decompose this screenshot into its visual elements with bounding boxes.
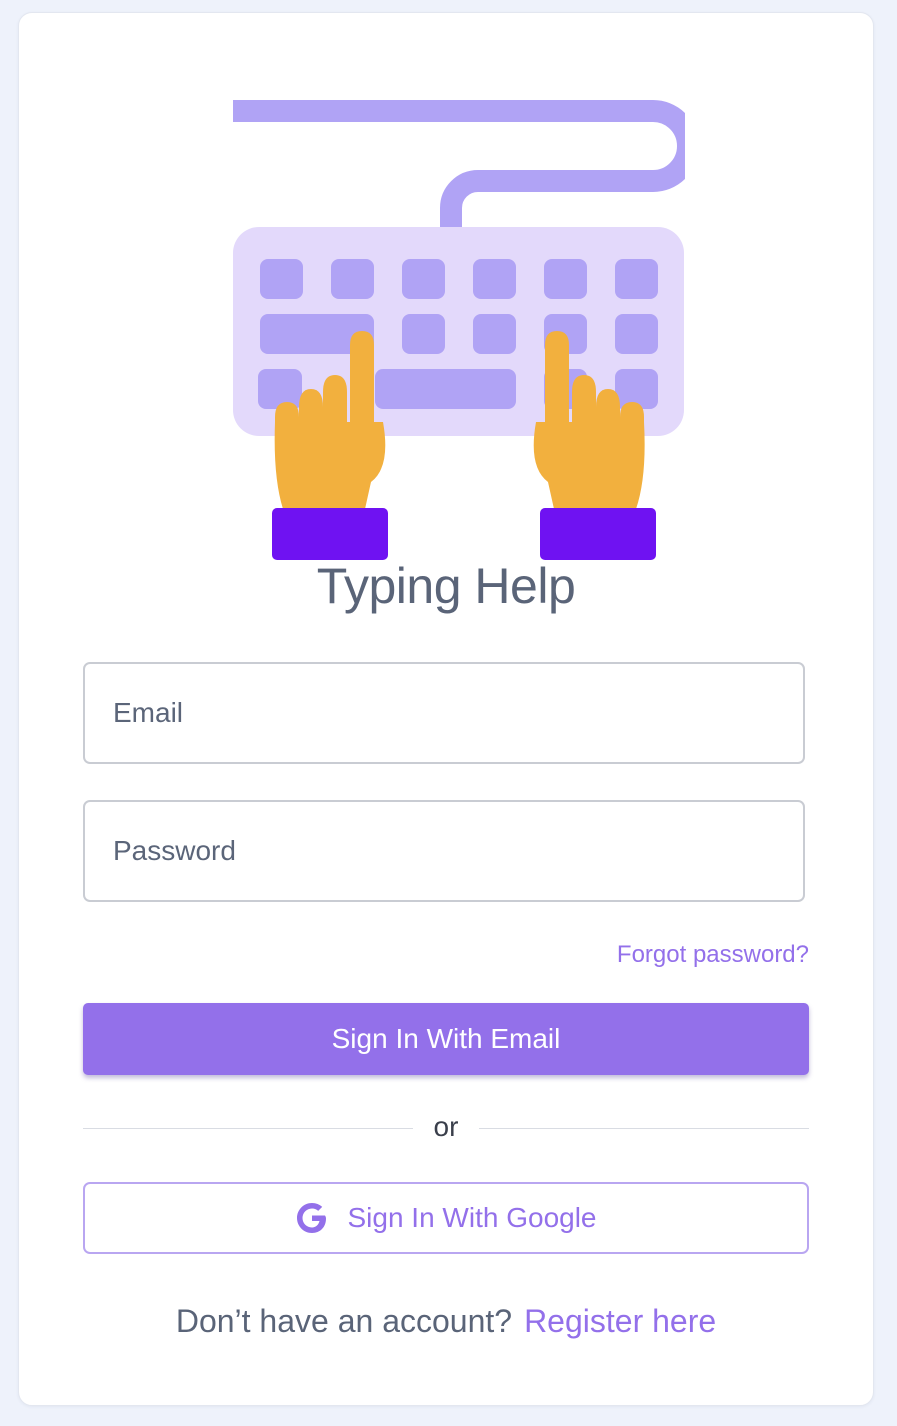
sign-in-google-button[interactable]: Sign In With Google [83, 1182, 809, 1254]
register-row: Don’t have an account? Register here [19, 1303, 873, 1340]
no-account-text: Don’t have an account? [175, 1303, 513, 1339]
keyboard-with-hands-icon [233, 100, 685, 560]
divider-text: or [433, 1111, 459, 1142]
sign-in-email-button[interactable]: Sign In With Email [83, 1003, 809, 1075]
login-card: Typing Help Forgot password? Sign In Wit… [18, 12, 874, 1406]
sign-in-google-label: Sign In With Google [347, 1202, 597, 1233]
divider-line-left [83, 1128, 413, 1129]
password-field[interactable] [83, 800, 805, 902]
register-link[interactable]: Register here [524, 1303, 716, 1339]
password-input[interactable] [111, 834, 803, 868]
google-g-icon [297, 1203, 327, 1233]
forgot-password-link[interactable]: Forgot password? [617, 941, 809, 969]
email-input[interactable] [111, 696, 803, 730]
divider-line-right [479, 1128, 809, 1129]
app-title: Typing Help [316, 558, 576, 614]
email-field[interactable] [83, 662, 805, 764]
